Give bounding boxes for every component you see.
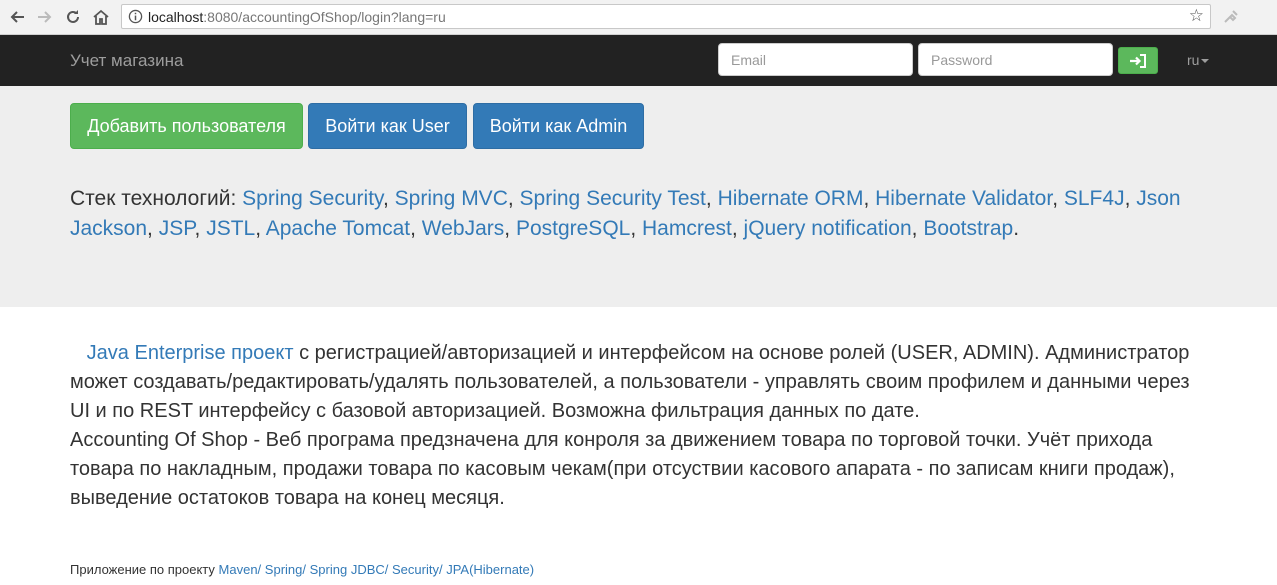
- login-as-user-button[interactable]: Войти как User: [308, 103, 467, 149]
- url-host: localhost: [148, 9, 204, 25]
- project-description: Java Enterprise проект с регистрацией/ав…: [70, 339, 1210, 513]
- accounting-paragraph: Accounting Of Shop - Веб програма предзн…: [70, 429, 1175, 509]
- url-text: localhost:8080/accountingOfShop/login?la…: [148, 9, 446, 25]
- caret-down-icon: [1201, 59, 1210, 64]
- tech-link[interactable]: Hibernate Validator: [875, 187, 1052, 210]
- info-icon[interactable]: [128, 9, 143, 24]
- tech-link[interactable]: Spring MVC: [395, 187, 508, 210]
- url-path: :8080/accountingOfShop/login?lang=ru: [203, 9, 446, 25]
- tech-link[interactable]: Spring Security: [242, 187, 383, 210]
- email-field[interactable]: [718, 43, 913, 76]
- login-as-admin-button[interactable]: Войти как Admin: [473, 103, 644, 149]
- tech-stack: Стек технологий: Spring Security, Spring…: [70, 187, 1181, 240]
- tech-link[interactable]: Spring Security Test: [520, 187, 706, 210]
- brand-title[interactable]: Учет магазина: [70, 51, 183, 71]
- password-field[interactable]: [918, 43, 1113, 76]
- tech-stack-label: Стек технологий:: [70, 187, 237, 210]
- footer-link[interactable]: Maven/: [219, 562, 262, 577]
- tech-link[interactable]: Hamcrest: [642, 217, 732, 240]
- tech-link[interactable]: Bootstrap: [923, 217, 1013, 240]
- sign-in-button[interactable]: [1118, 47, 1158, 74]
- bookmark-star-icon[interactable]: ☆: [1189, 6, 1204, 26]
- language-label: ru: [1187, 52, 1200, 68]
- address-bar[interactable]: localhost:8080/accountingOfShop/login?la…: [121, 4, 1211, 29]
- browser-toolbar: localhost:8080/accountingOfShop/login?la…: [0, 0, 1277, 35]
- footer-note: Приложение по проекту Maven/ Spring/ Spr…: [70, 562, 534, 577]
- back-arrow-icon[interactable]: [6, 6, 28, 28]
- reload-icon[interactable]: [62, 6, 84, 28]
- app-navbar: Учет магазина ru: [0, 35, 1277, 86]
- tech-link[interactable]: JSTL: [206, 217, 255, 240]
- extension-icon[interactable]: [1221, 7, 1241, 27]
- language-dropdown[interactable]: ru: [1187, 52, 1210, 68]
- footer-link[interactable]: Spring/: [265, 562, 306, 577]
- sign-in-icon: [1130, 53, 1146, 68]
- jumbotron: Добавить пользователя Войти как User Вой…: [0, 86, 1277, 307]
- footer-label: Приложение по проекту: [70, 562, 215, 577]
- tech-link[interactable]: Apache Tomcat: [266, 217, 410, 240]
- tech-link[interactable]: jQuery notification: [744, 217, 912, 240]
- project-link[interactable]: Java Enterprise проект: [87, 342, 294, 364]
- description-paragraph: Java Enterprise проект с регистрацией/ав…: [70, 339, 1210, 426]
- tech-link[interactable]: SLF4J: [1064, 187, 1125, 210]
- footer-link[interactable]: Spring JDBC/: [310, 562, 389, 577]
- tech-link[interactable]: JSP: [159, 217, 195, 240]
- home-icon[interactable]: [90, 6, 112, 28]
- tech-link[interactable]: Hibernate ORM: [718, 187, 864, 210]
- tech-link[interactable]: PostgreSQL: [516, 217, 630, 240]
- footer-link[interactable]: JPA(Hibernate): [446, 562, 534, 577]
- forward-arrow-icon[interactable]: [34, 6, 56, 28]
- footer-link[interactable]: Security/: [392, 562, 443, 577]
- tech-link[interactable]: WebJars: [422, 217, 504, 240]
- add-user-button[interactable]: Добавить пользователя: [70, 103, 303, 149]
